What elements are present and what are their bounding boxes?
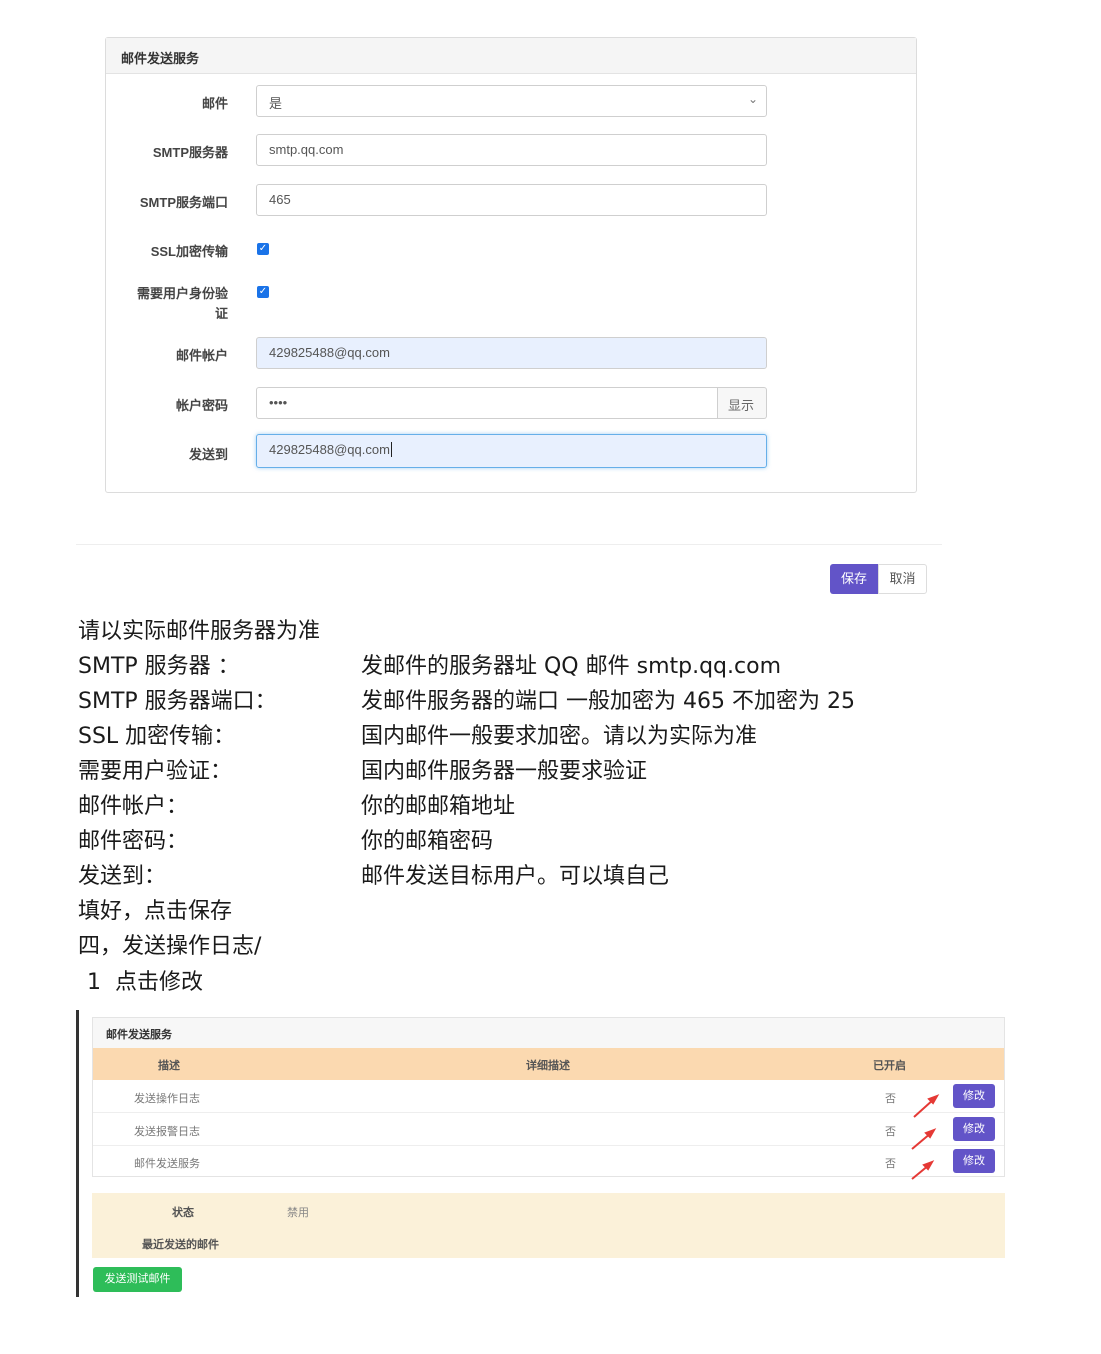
show-password-button[interactable]: 显示 xyxy=(718,387,767,419)
notes-intro: 请以实际邮件服务器为准 xyxy=(78,619,321,644)
table-header: 描述 详细描述 已开启 xyxy=(93,1048,1004,1080)
note-desc-ssl: 国内邮件一般要求加密。请以为实际为准 xyxy=(361,724,758,749)
send-to-label: 发送到 xyxy=(188,447,228,462)
panel-title: 邮件发送服务 xyxy=(121,51,200,66)
account-label: 邮件帐户 xyxy=(175,348,228,363)
note-after-fill: 填好，点击保存 xyxy=(78,899,233,924)
text-cursor xyxy=(390,442,392,457)
quote-bar xyxy=(76,1010,79,1297)
smtp-port-value: 465 xyxy=(269,192,291,207)
note-term-smtp-port: SMTP 服务器端口： xyxy=(78,689,277,714)
annotation-arrows xyxy=(911,1094,940,1180)
note-step1: 1 点击修改 xyxy=(80,970,203,995)
ssl-label: SSL加密传输 xyxy=(150,244,228,259)
password-input[interactable]: •••• xyxy=(256,387,718,419)
row-name: 发送操作日志 xyxy=(134,1093,200,1105)
service-table-panel: 邮件发送服务 描述 详细描述 已开启 发送操作日志 否 修改 发送报警日志 否 … xyxy=(92,1017,1005,1177)
note-term-smtp-server: SMTP 服务器 ： xyxy=(78,654,240,679)
smtp-server-label: SMTP服务器 xyxy=(152,145,228,160)
note-desc-smtp-port: 发邮件服务器的端口 一般加密为 465 不加密为 25 xyxy=(361,689,855,714)
status-panel: 状态 禁用 最近发送的邮件 xyxy=(92,1193,1005,1258)
service-panel-header: 邮件发送服务 xyxy=(93,1018,1004,1048)
auth-checkbox[interactable]: ✓ xyxy=(257,286,269,298)
row-enabled: 否 xyxy=(885,1158,896,1170)
ssl-checkbox[interactable]: ✓ xyxy=(257,243,269,255)
password-value: •••• xyxy=(269,395,288,410)
note-term-send-to: 发送到： xyxy=(78,864,167,889)
header-enabled: 已开启 xyxy=(873,1060,906,1072)
service-panel-title: 邮件发送服务 xyxy=(106,1029,172,1041)
header-description: 描述 xyxy=(158,1060,180,1072)
note-section4: 四，发送操作日志/ xyxy=(78,934,262,959)
send-to-value: 429825488@qq.com xyxy=(269,442,390,457)
note-term-password: 邮件密码： xyxy=(78,829,189,854)
table-row: 发送操作日志 否 修改 xyxy=(93,1080,1004,1113)
password-label: 帐户密码 xyxy=(175,398,228,413)
row-name: 发送报警日志 xyxy=(134,1126,200,1138)
account-value: 429825488@qq.com xyxy=(269,345,390,360)
note-desc-send-to: 邮件发送目标用户。可以填自己 xyxy=(361,864,670,889)
auth-label-line2: 证 xyxy=(214,306,228,321)
row-name: 邮件发送服务 xyxy=(134,1158,200,1170)
smtp-port-label: SMTP服务端口 xyxy=(139,195,228,210)
mail-settings-panel: 邮件发送服务 邮件 是 ⌄ SMTP服务器 smtp.qq.com SMTP服务… xyxy=(105,37,917,493)
account-input[interactable]: 429825488@qq.com xyxy=(256,337,767,369)
send-test-mail-button[interactable]: 发送测试邮件 xyxy=(93,1267,182,1292)
table-row: 发送报警日志 否 修改 xyxy=(93,1113,1004,1146)
note-desc-password: 你的邮箱密码 xyxy=(361,829,494,854)
note-desc-auth: 国内邮件服务器一般要求验证 xyxy=(361,759,648,784)
note-desc-account: 你的邮邮箱地址 xyxy=(361,794,516,819)
smtp-server-input[interactable]: smtp.qq.com xyxy=(256,134,767,166)
note-term-auth: 需要用户验证： xyxy=(78,759,233,784)
smtp-server-value: smtp.qq.com xyxy=(269,142,344,157)
mail-label: 邮件 xyxy=(201,96,228,111)
smtp-port-input[interactable]: 465 xyxy=(256,184,767,216)
table-row: 邮件发送服务 否 修改 xyxy=(93,1145,1004,1177)
edit-button[interactable]: 修改 xyxy=(953,1084,995,1108)
edit-button[interactable]: 修改 xyxy=(953,1149,995,1173)
cancel-button[interactable]: 取消 xyxy=(878,564,927,594)
status-label: 状态 xyxy=(172,1207,194,1219)
divider xyxy=(76,544,942,545)
edit-button[interactable]: 修改 xyxy=(953,1117,995,1141)
chevron-down-icon: ⌄ xyxy=(747,92,758,106)
recent-mail-label: 最近发送的邮件 xyxy=(142,1239,219,1251)
show-password-label: 显示 xyxy=(728,398,755,413)
note-desc-smtp-server: 发邮件的服务器址 QQ 邮件 smtp.qq.com xyxy=(361,654,781,679)
row-enabled: 否 xyxy=(885,1126,896,1138)
save-button[interactable]: 保存 xyxy=(830,564,878,594)
auth-label-line1: 需要用户身份验 xyxy=(136,286,228,301)
note-term-account: 邮件帐户： xyxy=(78,794,189,819)
status-value: 禁用 xyxy=(287,1207,309,1219)
row-enabled: 否 xyxy=(885,1093,896,1105)
send-to-input[interactable]: 429825488@qq.com xyxy=(256,434,767,468)
header-detail: 详细描述 xyxy=(526,1060,570,1072)
panel-header: 邮件发送服务 xyxy=(106,38,916,74)
mail-select[interactable]: 是 ⌄ xyxy=(256,85,767,117)
mail-select-value: 是 xyxy=(269,96,283,111)
note-term-ssl: SSL 加密传输： xyxy=(78,724,236,749)
